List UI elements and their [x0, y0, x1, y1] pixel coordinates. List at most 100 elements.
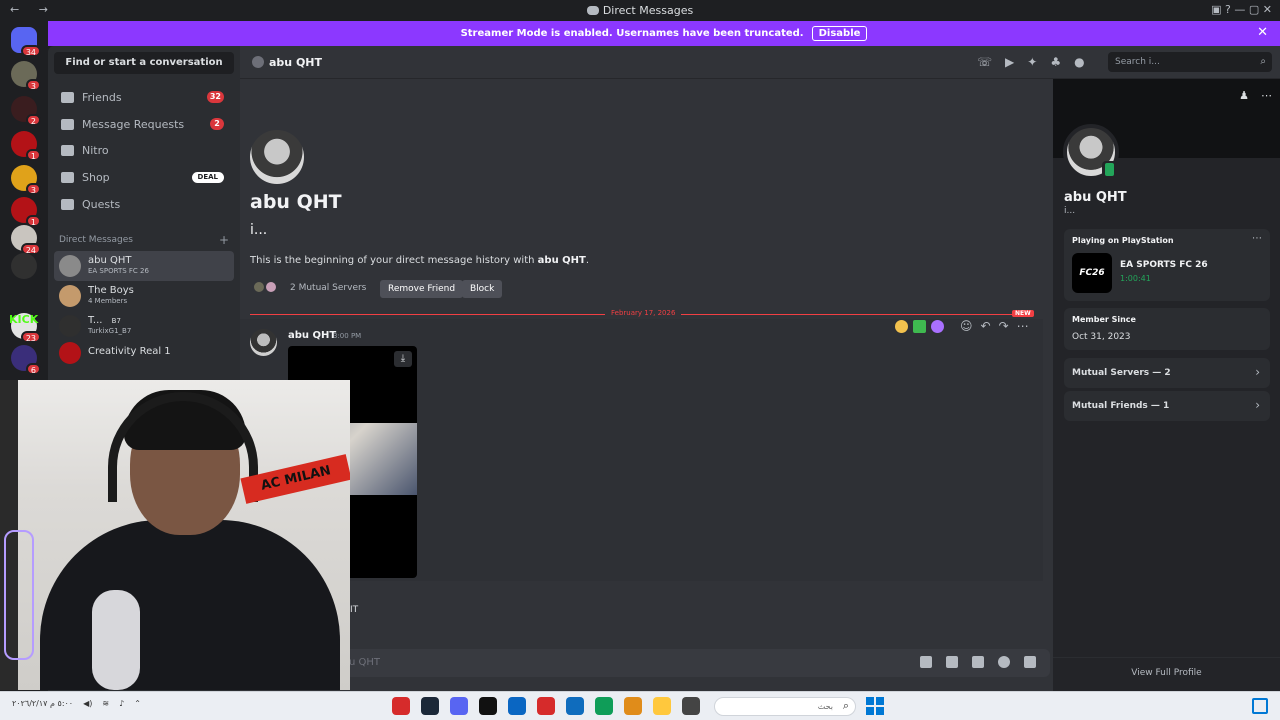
search-input[interactable]: Search i... ⌕ — [1108, 52, 1272, 72]
more-icon[interactable]: ⋯ — [1017, 319, 1029, 333]
mutual-friends-card[interactable]: Mutual Friends — 1 › — [1064, 391, 1270, 421]
new-badge: NEW — [1012, 310, 1034, 317]
nav-shop[interactable]: Shop DEAL — [54, 165, 234, 189]
find-conversation-button[interactable]: Find or start a conversation — [54, 52, 234, 74]
chat-header: abu QHT ☏ ▶ ✦ ♣ ● Search i... ⌕ — [240, 46, 1280, 79]
microphone — [92, 590, 140, 690]
mutual-servers-card[interactable]: Mutual Servers — 2 › — [1064, 358, 1270, 388]
dm-name: abu QHT — [88, 255, 132, 266]
mutual-servers-link[interactable]: 2 Mutual Servers — [290, 283, 366, 293]
close-icon[interactable]: ✕ — [1257, 25, 1268, 40]
server-icon[interactable]: 24 — [11, 225, 41, 255]
check-reaction[interactable] — [913, 320, 926, 333]
server-icon[interactable] — [11, 253, 37, 279]
more-icon[interactable]: ⋯ — [1261, 89, 1272, 102]
taskbar-app-icon[interactable] — [421, 697, 439, 715]
requests-count-badge: 2 — [210, 118, 224, 130]
add-friends-icon[interactable]: ♣ — [1050, 55, 1061, 69]
taskbar-app-icon[interactable] — [479, 697, 497, 715]
nav-nitro[interactable]: Nitro — [54, 138, 234, 162]
view-full-profile-link[interactable]: View Full Profile — [1053, 657, 1280, 678]
webcam-overlay: AC MILAN — [0, 380, 350, 690]
gift-icon[interactable] — [920, 656, 932, 668]
nav-quests[interactable]: Quests — [54, 192, 234, 216]
taskbar-app-icon[interactable] — [450, 697, 468, 715]
user-profile-icon[interactable]: ● — [1074, 55, 1084, 69]
block-button[interactable]: Block — [462, 280, 503, 298]
taskbar-app-icon[interactable] — [537, 697, 555, 715]
message-author[interactable]: abu QHT — [288, 330, 336, 341]
server-icon[interactable]: 3 — [11, 165, 41, 195]
disable-button[interactable]: Disable — [811, 26, 868, 41]
mic-icon[interactable]: ♪ — [119, 699, 124, 708]
add-reaction-icon[interactable]: ☺ — [960, 319, 973, 333]
emoji-reaction[interactable] — [895, 320, 908, 333]
profile-tag: i... — [1064, 206, 1076, 216]
window-controls[interactable]: ▣ ? — ▢ ✕ — [1211, 3, 1272, 16]
windows-start-icon[interactable] — [866, 697, 884, 715]
envelope-icon — [61, 118, 74, 130]
dm-item-abu-qht[interactable]: abu QHT EA SPORTS FC 26 — [54, 251, 234, 281]
chevron-right-icon: › — [1255, 365, 1260, 379]
dm-item-creativity[interactable]: Creativity Real 1 — [54, 338, 234, 368]
heart-reaction[interactable] — [931, 320, 944, 333]
taskbar-app-icon[interactable] — [595, 697, 613, 715]
wifi-icon[interactable]: ≋ — [102, 699, 109, 708]
remove-friend-button[interactable]: Remove Friend — [380, 280, 464, 298]
dm-item-t[interactable]: T... B7 TurkixG1_B7 — [54, 311, 234, 341]
gif-icon[interactable] — [946, 656, 958, 668]
mutual-server-avatars — [252, 280, 278, 294]
emoji-icon[interactable] — [998, 656, 1010, 668]
message-actions: ☺ ↶ ↷ ⋯ — [960, 319, 1029, 333]
taskbar-app-icon[interactable] — [653, 697, 671, 715]
more-icon[interactable]: ⋯ — [1252, 233, 1262, 244]
quick-reactions — [895, 320, 944, 333]
add-friend-icon[interactable]: ♟ — [1239, 89, 1249, 102]
chevron-right-icon: › — [1255, 398, 1260, 412]
welcome-text: This is the beginning of your direct mes… — [250, 255, 589, 266]
header-toolbar: ☏ ▶ ✦ ♣ ● — [977, 55, 1085, 69]
apps-icon[interactable] — [1024, 656, 1036, 668]
sticker-icon[interactable] — [972, 656, 984, 668]
taskbar-app-icon[interactable] — [508, 697, 526, 715]
video-call-icon[interactable]: ▶ — [1005, 55, 1014, 69]
dm-name: Creativity Real 1 — [88, 346, 171, 357]
pin-icon[interactable]: ✦ — [1027, 55, 1037, 69]
welcome-tag: i... — [250, 222, 268, 238]
taskbar-app-icon[interactable] — [682, 697, 700, 715]
kick-server-icon[interactable]: KICK — [9, 313, 38, 326]
nav-label: Shop — [82, 170, 110, 184]
message-avatar[interactable] — [250, 329, 277, 356]
server-icon[interactable]: 1 — [11, 131, 41, 161]
show-desktop-icon[interactable] — [1252, 698, 1268, 714]
add-dm-icon[interactable]: + — [219, 233, 229, 247]
download-icon[interactable]: ⤓ — [394, 351, 412, 367]
taskbar-app-icon[interactable] — [624, 697, 642, 715]
server-icon[interactable]: 2 — [11, 96, 41, 126]
server-icon[interactable]: 1 — [11, 197, 41, 227]
nav-label: Friends — [82, 90, 122, 104]
nav-label: Nitro — [82, 143, 109, 157]
quests-icon — [61, 198, 74, 210]
voice-call-icon[interactable]: ☏ — [977, 55, 992, 69]
dm-item-the-boys[interactable]: The Boys 4 Members — [54, 281, 234, 311]
forward-icon[interactable]: ↷ — [999, 319, 1009, 333]
window-title-text: Direct Messages — [602, 4, 694, 17]
server-icon[interactable]: 3 — [11, 61, 41, 91]
webcam-person-body — [40, 520, 340, 690]
taskbar-app-icon[interactable] — [566, 697, 584, 715]
message-composer[interactable]: u QHT — [240, 649, 1050, 677]
search-placeholder: بحث — [817, 702, 833, 711]
welcome-name: abu QHT — [250, 191, 342, 213]
volume-icon[interactable]: ◀) — [83, 699, 92, 708]
nav-friends[interactable]: Friends 32 — [54, 85, 234, 109]
avatar — [59, 255, 81, 277]
taskbar-app-icon[interactable] — [392, 697, 410, 715]
server-icon[interactable]: 6 — [11, 345, 41, 375]
taskbar-search[interactable]: بحث ⌕ — [714, 697, 856, 716]
chevron-up-icon[interactable]: ⌃ — [134, 699, 141, 708]
clock[interactable]: ٥:٠٠ م ٢٠٢٦/٢/١٧ — [12, 699, 73, 708]
reply-icon[interactable]: ↶ — [981, 319, 991, 333]
home-button[interactable]: 34 — [11, 27, 41, 57]
nav-message-requests[interactable]: Message Requests 2 — [54, 112, 234, 136]
